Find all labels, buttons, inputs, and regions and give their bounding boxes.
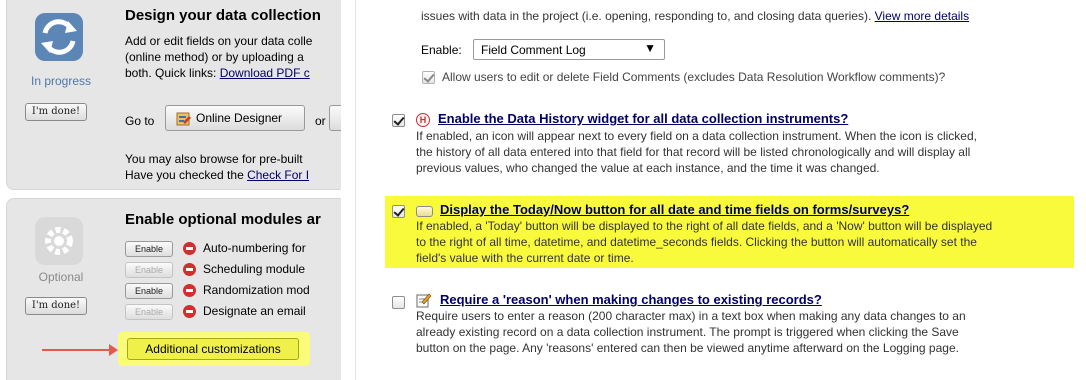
- designer-icon: [176, 112, 191, 126]
- today-now-desc-3: field's value with the current date or t…: [416, 251, 634, 265]
- data-history-checkbox[interactable]: [392, 114, 405, 127]
- online-designer-button[interactable]: Online Designer: [165, 105, 305, 131]
- button-icon: [416, 206, 433, 217]
- field-comment-select[interactable]: Field Comment Log ▼: [473, 39, 665, 60]
- additional-customizations-panel: issues with data in the project (i.e. op…: [355, 0, 1086, 380]
- allow-edit-comments-checkbox[interactable]: [422, 71, 435, 84]
- pointer-arrow: [42, 344, 118, 356]
- require-reason-checkbox[interactable]: [392, 296, 405, 309]
- project-setup-panel: In progress I'm done! Design your data c…: [0, 0, 341, 380]
- status-in-progress: In progress: [30, 74, 92, 88]
- select-value: Field Comment Log: [481, 43, 586, 57]
- allow-edit-comments-label: Allow users to edit or delete Field Comm…: [442, 70, 946, 84]
- enable-scheduling-button[interactable]: Enable: [125, 262, 173, 278]
- panel-divider: [341, 0, 355, 380]
- today-now-desc-2: to the right of all time, datetime, and …: [416, 235, 977, 249]
- no-entry-icon: [183, 263, 196, 276]
- no-entry-icon: [183, 284, 196, 297]
- module-label: Auto-numbering for: [203, 241, 306, 255]
- no-entry-icon: [183, 305, 196, 318]
- enable-randomization-button[interactable]: Enable: [125, 283, 173, 299]
- step2-done-button[interactable]: I'm done!: [25, 297, 87, 315]
- sync-arrows-icon: [35, 13, 83, 61]
- quick-links-label: both. Quick links:: [125, 66, 220, 80]
- module-label: Designate an email: [203, 304, 306, 318]
- design-step-content: Design your data collection Add or edit …: [125, 0, 341, 189]
- goto-label: Go to: [125, 114, 155, 128]
- enable-auto-numbering-button[interactable]: Enable: [125, 241, 173, 257]
- step1-done-button[interactable]: I'm done!: [25, 103, 87, 121]
- data-history-desc-1: If enabled, an icon will appear next to …: [416, 129, 977, 143]
- require-reason-desc-3: button on the page. Any 'reasons' entere…: [416, 341, 959, 355]
- enable-email-button[interactable]: Enable: [125, 304, 173, 320]
- no-entry-icon: [183, 242, 196, 255]
- today-now-desc-1: If enabled, a 'Today' button will be dis…: [416, 219, 993, 233]
- chevron-down-icon: ▼: [644, 41, 656, 55]
- design-line-3: both. Quick links: Download PDF c: [125, 65, 310, 81]
- pencil-note-icon: [416, 293, 432, 308]
- require-reason-desc-1: Require users to enter a reason (200 cha…: [416, 309, 966, 323]
- check-label: Have you checked the: [125, 168, 248, 182]
- field-comment-text: issues with data in the project (i.e. op…: [421, 9, 875, 23]
- check-for-link[interactable]: Check For I: [247, 168, 309, 182]
- history-h-icon: H: [416, 113, 430, 127]
- require-reason-title[interactable]: Require a 'reason' when making changes t…: [440, 292, 822, 307]
- status-optional: Optional: [38, 270, 84, 284]
- data-history-desc-2: the history of all data entered into tha…: [416, 145, 971, 159]
- or-label: or: [315, 114, 326, 128]
- data-history-desc-3: previous values, who changed the value a…: [416, 161, 880, 175]
- design-line-1: Add or edit fields on your data colle: [125, 34, 313, 48]
- module-label: Scheduling module: [203, 262, 306, 276]
- require-reason-desc-2: already existing record on a data collec…: [416, 325, 959, 339]
- additional-customizations-button[interactable]: Additional customizations: [127, 338, 299, 360]
- today-now-checkbox[interactable]: [392, 205, 405, 218]
- today-now-title[interactable]: Display the Today/Now button for all dat…: [440, 202, 909, 217]
- design-line-2: (online method) or by uploading a: [125, 50, 304, 64]
- view-more-details-link[interactable]: View more details: [875, 9, 970, 23]
- design-step-title: Design your data collection: [125, 7, 321, 24]
- online-designer-label: Online Designer: [196, 111, 283, 125]
- module-label: Randomization mod: [203, 283, 310, 297]
- field-comment-description: issues with data in the project (i.e. op…: [421, 8, 969, 24]
- optional-step-status: Optional I'm done!: [7, 199, 115, 380]
- gear-icon: [35, 217, 83, 265]
- check-line: Have you checked the Check For I: [125, 167, 309, 183]
- data-history-title[interactable]: Enable the Data History widget for all d…: [438, 111, 848, 126]
- design-step-status: In progress I'm done!: [7, 0, 115, 189]
- design-step-box: In progress I'm done! Design your data c…: [6, 0, 341, 190]
- enable-label: Enable:: [421, 43, 462, 57]
- download-pdf-link[interactable]: Download PDF c: [220, 66, 310, 80]
- optional-step-title: Enable optional modules ar: [125, 211, 321, 228]
- data-dictionary-button[interactable]: [329, 105, 341, 131]
- browse-line: You may also browse for pre-built: [125, 152, 303, 166]
